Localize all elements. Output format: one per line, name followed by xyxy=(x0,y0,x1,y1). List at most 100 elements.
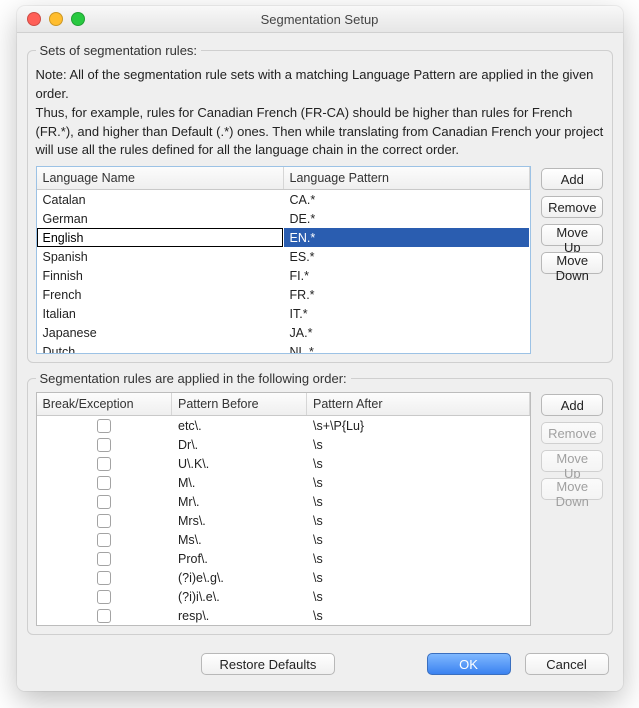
table-row[interactable]: Mr\.\s xyxy=(37,492,530,511)
col-language-name[interactable]: Language Name xyxy=(37,167,284,190)
cell-pattern-before[interactable]: (?i)e\.g\. xyxy=(172,568,307,587)
break-exception-checkbox[interactable] xyxy=(97,609,111,623)
cell-pattern-before[interactable]: U\.K\. xyxy=(172,454,307,473)
cell-break-exception[interactable] xyxy=(37,511,172,530)
restore-defaults-button[interactable]: Restore Defaults xyxy=(201,653,336,675)
table-row[interactable]: etc\.\s+\P{Lu} xyxy=(37,416,530,436)
rules-add-button[interactable]: Add xyxy=(541,394,603,416)
cell-pattern-after[interactable]: \s xyxy=(307,549,530,568)
table-row[interactable]: (?i)i\.e\.\s xyxy=(37,587,530,606)
sets-move-down-button[interactable]: Move Down xyxy=(541,252,603,274)
break-exception-checkbox[interactable] xyxy=(97,419,111,433)
table-row[interactable]: resp\.\s xyxy=(37,606,530,625)
table-row[interactable]: Prof\.\s xyxy=(37,549,530,568)
cell-pattern-before[interactable]: Dr\. xyxy=(172,435,307,454)
break-exception-checkbox[interactable] xyxy=(97,476,111,490)
sets-move-up-button[interactable]: Move Up xyxy=(541,224,603,246)
cell-pattern-after[interactable]: \s xyxy=(307,435,530,454)
zoom-icon[interactable] xyxy=(71,12,85,26)
cell-break-exception[interactable] xyxy=(37,625,172,626)
break-exception-checkbox[interactable] xyxy=(97,495,111,509)
table-row[interactable]: SpanishES.* xyxy=(37,247,530,266)
cell-pattern-before[interactable]: Mr\. xyxy=(172,492,307,511)
cell-pattern-after[interactable]: \s xyxy=(307,568,530,587)
cell-pattern-before[interactable]: Ms\. xyxy=(172,530,307,549)
cell-break-exception[interactable] xyxy=(37,606,172,625)
ok-button[interactable]: OK xyxy=(427,653,511,675)
cell-pattern-before[interactable]: M\. xyxy=(172,473,307,492)
language-sets-table[interactable]: Language NameLanguage PatternCatalanCA.*… xyxy=(36,166,532,354)
cell-language-name[interactable]: Finnish xyxy=(37,266,284,285)
close-icon[interactable] xyxy=(27,12,41,26)
cell-break-exception[interactable] xyxy=(37,587,172,606)
cell-language-pattern[interactable]: EN.* xyxy=(283,228,530,247)
table-row[interactable]: M\.\s xyxy=(37,473,530,492)
sets-add-button[interactable]: Add xyxy=(541,168,603,190)
cell-pattern-after[interactable]: \s xyxy=(307,625,530,626)
table-row[interactable]: Dr\.\s xyxy=(37,435,530,454)
cell-pattern-after[interactable]: \s xyxy=(307,454,530,473)
table-row[interactable]: GermanDE.* xyxy=(37,209,530,228)
table-row[interactable]: FrenchFR.* xyxy=(37,285,530,304)
cell-language-pattern[interactable]: FR.* xyxy=(283,285,530,304)
table-row[interactable]: ItalianIT.* xyxy=(37,304,530,323)
cell-break-exception[interactable] xyxy=(37,549,172,568)
cell-language-pattern[interactable]: ES.* xyxy=(283,247,530,266)
table-row[interactable]: FinnishFI.* xyxy=(37,266,530,285)
table-row[interactable]: JapaneseJA.* xyxy=(37,323,530,342)
col-language-pattern[interactable]: Language Pattern xyxy=(283,167,530,190)
table-row[interactable]: DutchNL.* xyxy=(37,342,530,354)
cell-break-exception[interactable] xyxy=(37,416,172,436)
table-row[interactable]: (?i)e\.g\.\s xyxy=(37,568,530,587)
cell-break-exception[interactable] xyxy=(37,435,172,454)
cell-pattern-after[interactable]: \s xyxy=(307,511,530,530)
cell-pattern-before[interactable]: Prof\. xyxy=(172,549,307,568)
cell-break-exception[interactable] xyxy=(37,454,172,473)
cell-pattern-after[interactable]: \s xyxy=(307,492,530,511)
break-exception-checkbox[interactable] xyxy=(97,438,111,452)
cell-pattern-after[interactable]: \s xyxy=(307,606,530,625)
cell-language-pattern[interactable]: JA.* xyxy=(283,323,530,342)
table-row[interactable]: U\.K\.\s xyxy=(37,454,530,473)
cell-pattern-before[interactable]: \stel\. xyxy=(172,625,307,626)
minimize-icon[interactable] xyxy=(49,12,63,26)
cell-break-exception[interactable] xyxy=(37,568,172,587)
table-row[interactable]: Mrs\.\s xyxy=(37,511,530,530)
cell-language-name[interactable]: English xyxy=(37,228,284,247)
cell-break-exception[interactable] xyxy=(37,530,172,549)
cell-language-name[interactable]: German xyxy=(37,209,284,228)
cell-pattern-before[interactable]: etc\. xyxy=(172,416,307,436)
table-row[interactable]: CatalanCA.* xyxy=(37,190,530,210)
rules-move-down-button[interactable]: Move Down xyxy=(541,478,603,500)
break-exception-checkbox[interactable] xyxy=(97,552,111,566)
cell-pattern-before[interactable]: Mrs\. xyxy=(172,511,307,530)
break-exception-checkbox[interactable] xyxy=(97,457,111,471)
rules-table[interactable]: Break/ExceptionPattern BeforePattern Aft… xyxy=(36,392,532,626)
cell-break-exception[interactable] xyxy=(37,492,172,511)
table-row[interactable]: \stel\.\s xyxy=(37,625,530,626)
cell-language-pattern[interactable]: DE.* xyxy=(283,209,530,228)
cell-language-pattern[interactable]: CA.* xyxy=(283,190,530,210)
cell-language-pattern[interactable]: IT.* xyxy=(283,304,530,323)
cell-language-name[interactable]: Spanish xyxy=(37,247,284,266)
cell-break-exception[interactable] xyxy=(37,473,172,492)
cell-pattern-after[interactable]: \s xyxy=(307,530,530,549)
cell-language-name[interactable]: French xyxy=(37,285,284,304)
break-exception-checkbox[interactable] xyxy=(97,590,111,604)
cell-language-name[interactable]: Catalan xyxy=(37,190,284,210)
rules-remove-button[interactable]: Remove xyxy=(541,422,603,444)
table-row[interactable]: EnglishEN.* xyxy=(37,228,530,247)
cell-language-pattern[interactable]: NL.* xyxy=(283,342,530,354)
table-row[interactable]: Ms\.\s xyxy=(37,530,530,549)
cell-language-name[interactable]: Italian xyxy=(37,304,284,323)
cancel-button[interactable]: Cancel xyxy=(525,653,609,675)
cell-language-name[interactable]: Japanese xyxy=(37,323,284,342)
cell-language-name[interactable]: Dutch xyxy=(37,342,284,354)
cell-pattern-after[interactable]: \s xyxy=(307,587,530,606)
sets-remove-button[interactable]: Remove xyxy=(541,196,603,218)
cell-pattern-before[interactable]: (?i)i\.e\. xyxy=(172,587,307,606)
col-pattern-before[interactable]: Pattern Before xyxy=(172,393,307,416)
cell-pattern-after[interactable]: \s xyxy=(307,473,530,492)
cell-pattern-after[interactable]: \s+\P{Lu} xyxy=(307,416,530,436)
cell-pattern-before[interactable]: resp\. xyxy=(172,606,307,625)
